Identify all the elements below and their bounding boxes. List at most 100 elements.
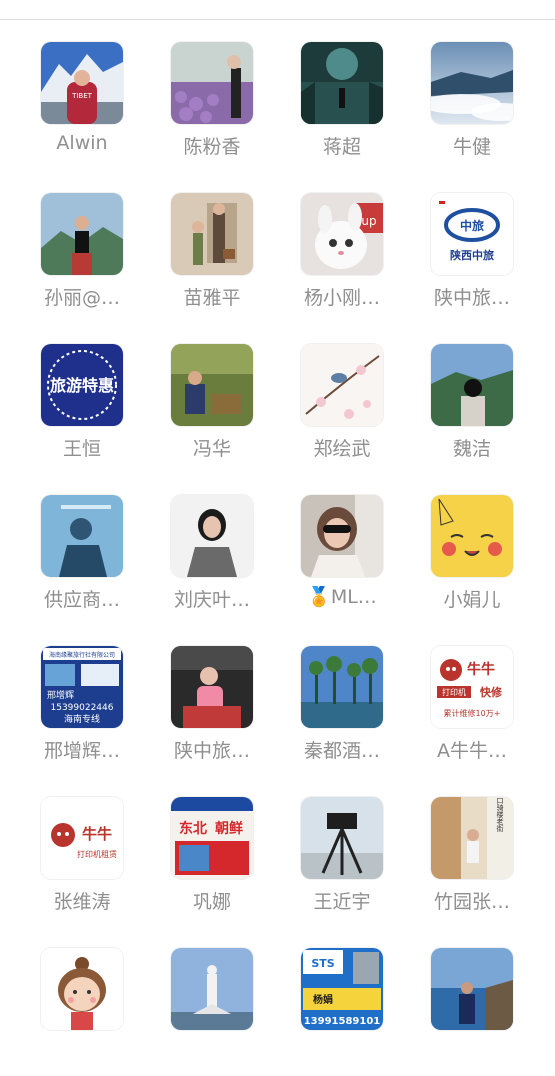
avatar bbox=[171, 193, 253, 275]
avatar: TIBET bbox=[41, 42, 123, 124]
svg-text:杨娟: 杨娟 bbox=[313, 993, 333, 1006]
contact-name: 王恒 bbox=[62, 438, 101, 460]
contact-item[interactable] bbox=[407, 926, 537, 1076]
contact-item[interactable]: 陈粉香 bbox=[147, 20, 277, 170]
svg-text:TIBET: TIBET bbox=[71, 92, 93, 100]
avatar bbox=[431, 344, 513, 426]
contact-name: 杨小刚… bbox=[303, 287, 380, 309]
contact-item[interactable]: 刘庆叶… bbox=[147, 473, 277, 623]
contact-item[interactable]: 小娟儿 bbox=[407, 473, 537, 623]
contact-item[interactable]: 海南缘聚旅行社有限公司 邢增辉 15399022446 海南专线邢增辉… bbox=[17, 624, 147, 774]
contact-item[interactable]: 孙丽@… bbox=[17, 171, 147, 321]
svg-text:海南缘聚旅行社有限公司: 海南缘聚旅行社有限公司 bbox=[49, 651, 115, 659]
avatar bbox=[431, 948, 513, 1030]
avatar bbox=[301, 495, 383, 577]
avatar: 牛牛 打印机租赁 bbox=[41, 797, 123, 879]
contact-name: Alwin bbox=[56, 132, 108, 154]
contact-name: 蒋超 bbox=[322, 136, 361, 158]
avatar: 中旅 陕西中旅 bbox=[431, 193, 513, 275]
avatar bbox=[171, 42, 253, 124]
svg-text:朝鲜: 朝鲜 bbox=[215, 820, 243, 837]
avatar bbox=[41, 193, 123, 275]
contact-name: 苗雅平 bbox=[183, 287, 241, 309]
avatar bbox=[431, 42, 513, 124]
contact-name: A牛牛… bbox=[437, 740, 507, 762]
contact-name: 供应商… bbox=[43, 589, 120, 611]
svg-text:海南专线: 海南专线 bbox=[64, 713, 100, 725]
avatar: 海南缘聚旅行社有限公司 邢增辉 15399022446 海南专线 bbox=[41, 646, 123, 728]
avatar: 牛牛 打印机 快修 累计维修10万+ bbox=[431, 646, 513, 728]
contact-name: 王近宇 bbox=[313, 891, 371, 913]
contact-name: 陈粉香 bbox=[183, 136, 241, 158]
contact-item[interactable]: 牛健 bbox=[407, 20, 537, 170]
svg-text:STS: STS bbox=[311, 957, 334, 970]
avatar bbox=[171, 646, 253, 728]
contact-name: 魏洁 bbox=[452, 438, 491, 460]
svg-text:旅游特惠: 旅游特惠 bbox=[50, 376, 114, 395]
contact-item[interactable]: 冯华 bbox=[147, 322, 277, 472]
avatar bbox=[171, 344, 253, 426]
contact-name: 冯华 bbox=[192, 438, 231, 460]
contact-item[interactable]: 陕中旅… bbox=[147, 624, 277, 774]
contact-name: 郑绘武 bbox=[313, 438, 371, 460]
svg-text:陕西中旅: 陕西中旅 bbox=[450, 248, 494, 262]
avatar: up bbox=[301, 193, 383, 275]
contact-item[interactable]: up 杨小刚… bbox=[277, 171, 407, 321]
avatar bbox=[41, 495, 123, 577]
contact-item[interactable]: 海口骑楼老街 竹园张… bbox=[407, 775, 537, 925]
svg-text:牛牛: 牛牛 bbox=[467, 661, 495, 678]
svg-text:累计维修10万+: 累计维修10万+ bbox=[444, 708, 501, 718]
contact-item[interactable]: 🏅ML… bbox=[277, 473, 407, 623]
svg-text:快修: 快修 bbox=[479, 685, 503, 699]
avatar bbox=[41, 948, 123, 1030]
avatar bbox=[301, 344, 383, 426]
contact-item[interactable]: 魏洁 bbox=[407, 322, 537, 472]
contact-item[interactable]: 苗雅平 bbox=[147, 171, 277, 321]
contact-name: 竹园张… bbox=[433, 891, 510, 913]
contact-name: 牛健 bbox=[452, 136, 491, 158]
contact-item[interactable] bbox=[147, 926, 277, 1076]
avatar bbox=[301, 797, 383, 879]
avatar bbox=[431, 495, 513, 577]
contact-item[interactable]: 旅游特惠 王恒 bbox=[17, 322, 147, 472]
svg-text:15399022446: 15399022446 bbox=[51, 703, 114, 713]
contact-item[interactable]: 中旅 陕西中旅陕中旅… bbox=[407, 171, 537, 321]
avatar bbox=[301, 42, 383, 124]
avatar bbox=[171, 948, 253, 1030]
contact-name: 巩娜 bbox=[192, 891, 231, 913]
avatar: 海口骑楼老街 bbox=[431, 797, 513, 879]
contact-name: 邢增辉… bbox=[43, 740, 120, 762]
contact-item[interactable]: TIBET Alwin bbox=[17, 20, 147, 170]
contact-name: 秦都酒… bbox=[303, 740, 380, 762]
contact-item[interactable] bbox=[17, 926, 147, 1076]
svg-text:up: up bbox=[361, 214, 376, 228]
avatar bbox=[171, 495, 253, 577]
svg-text:中旅: 中旅 bbox=[460, 218, 484, 233]
svg-text:邢增辉: 邢增辉 bbox=[47, 689, 74, 701]
contact-item[interactable]: 牛牛 打印机租赁张维涛 bbox=[17, 775, 147, 925]
contact-name: 小娟儿 bbox=[443, 589, 501, 611]
contact-item[interactable]: 蒋超 bbox=[277, 20, 407, 170]
contact-name: 陕中旅… bbox=[173, 740, 250, 762]
contact-item[interactable]: 东北 朝鲜 巩娜 bbox=[147, 775, 277, 925]
svg-text:打印机租赁: 打印机租赁 bbox=[77, 849, 117, 859]
svg-text:东北: 东北 bbox=[179, 820, 207, 837]
avatar: 东北 朝鲜 bbox=[171, 797, 253, 879]
contact-name: 孙丽@… bbox=[43, 287, 120, 309]
avatar: STS 杨娟 13991589101 bbox=[301, 948, 383, 1030]
contact-name: 陕中旅… bbox=[433, 287, 510, 309]
contact-item[interactable]: 秦都酒… bbox=[277, 624, 407, 774]
contact-name: 🏅ML… bbox=[307, 586, 377, 608]
contact-item[interactable]: STS 杨娟 13991589101 bbox=[277, 926, 407, 1076]
contact-item[interactable]: 王近宇 bbox=[277, 775, 407, 925]
svg-text:海口骑楼老街: 海口骑楼老街 bbox=[496, 797, 504, 833]
svg-text:打印机: 打印机 bbox=[442, 687, 466, 697]
contact-item[interactable]: 供应商… bbox=[17, 473, 147, 623]
contact-item[interactable]: 郑绘武 bbox=[277, 322, 407, 472]
contact-name: 刘庆叶… bbox=[173, 589, 250, 611]
avatar: 旅游特惠 bbox=[41, 344, 123, 426]
contact-item[interactable]: 牛牛 打印机 快修 累计维修10万+ A牛牛… bbox=[407, 624, 537, 774]
svg-text:牛牛: 牛牛 bbox=[82, 825, 112, 843]
avatar bbox=[301, 646, 383, 728]
contact-name: 张维涛 bbox=[53, 891, 111, 913]
